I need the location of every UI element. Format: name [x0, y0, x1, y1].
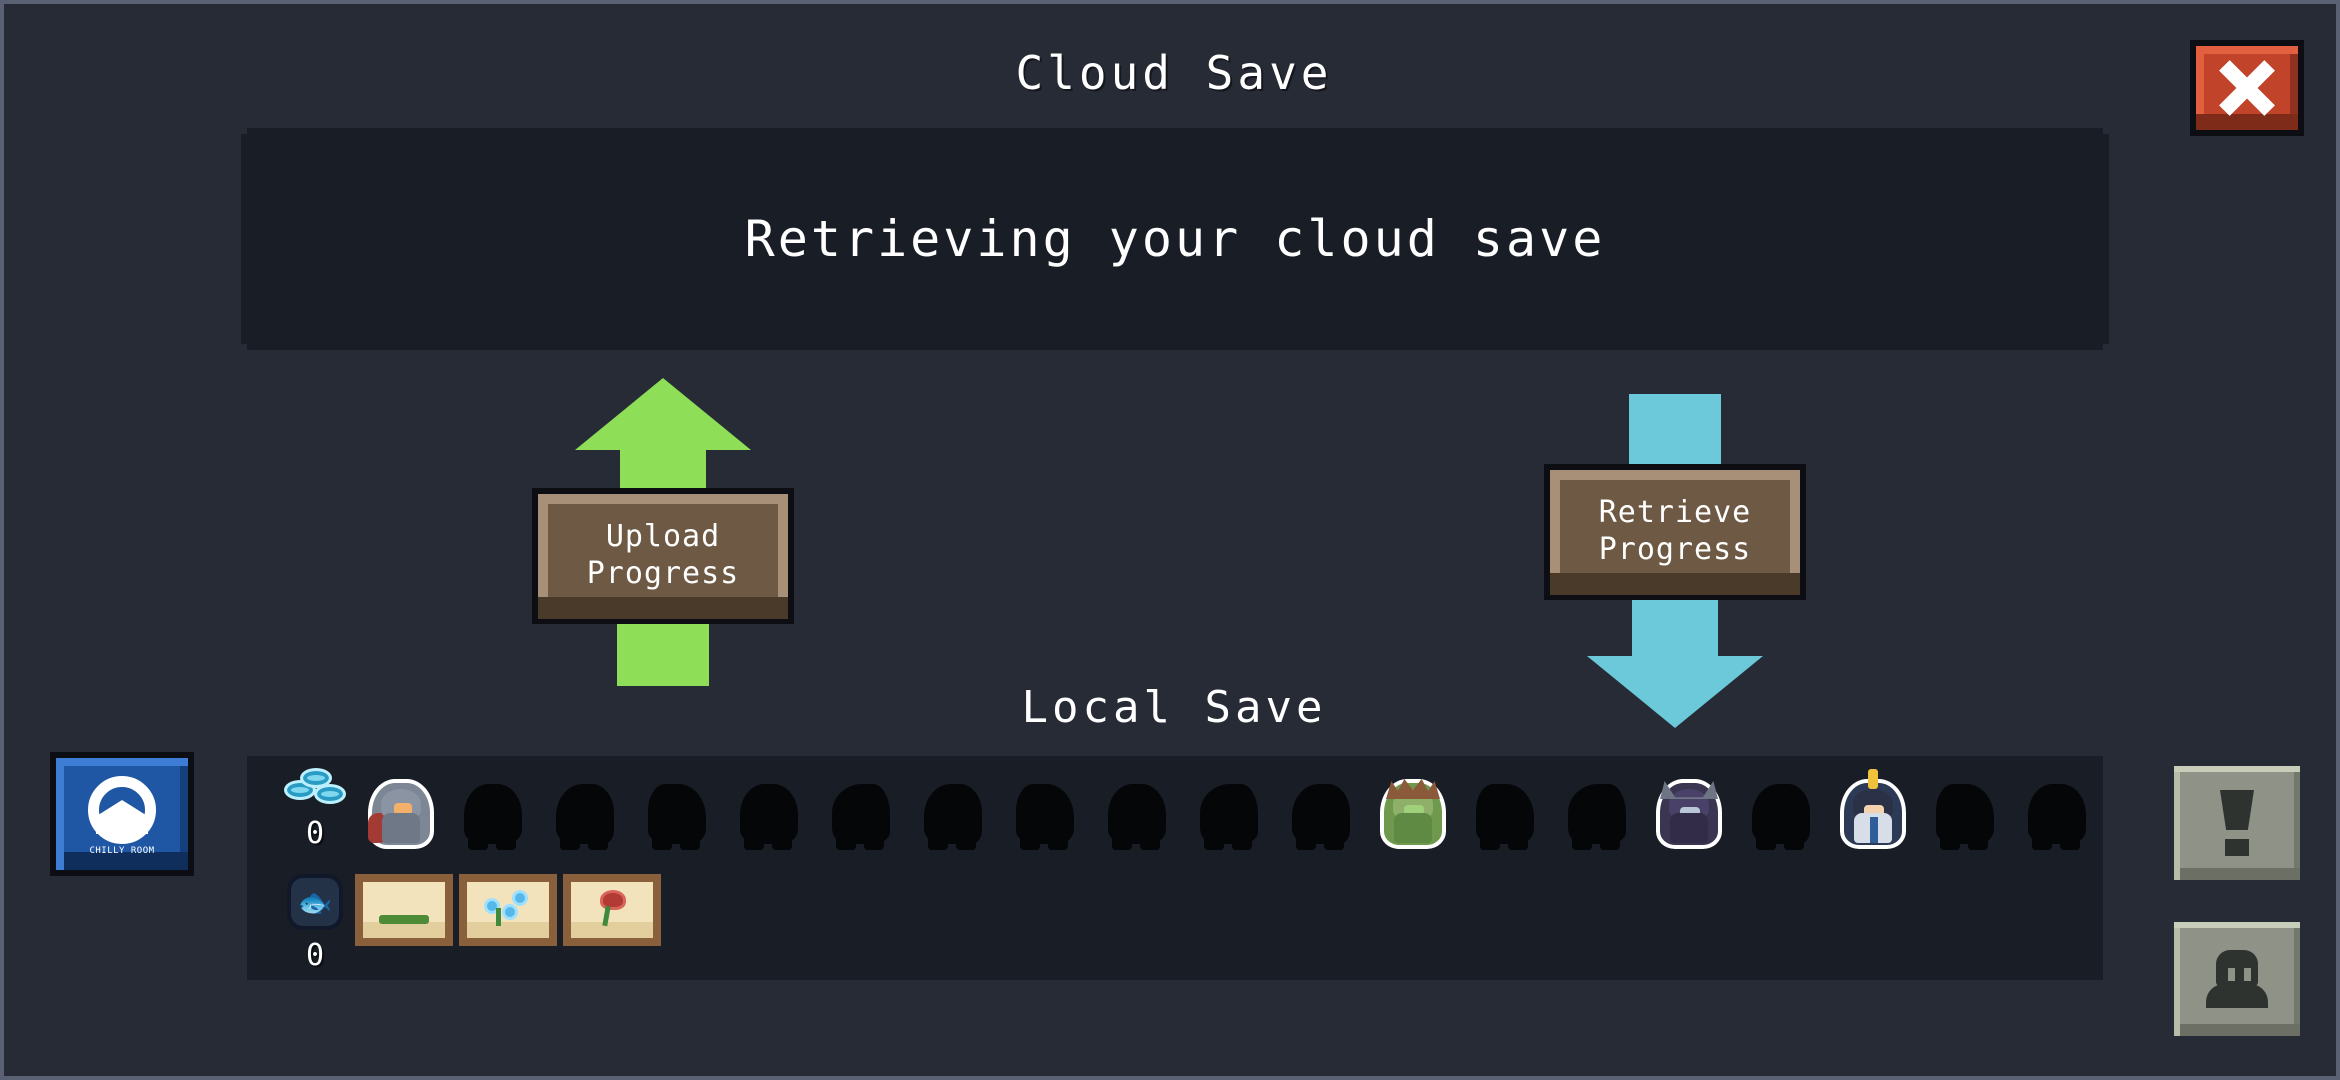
character-locked[interactable] [1919, 768, 2011, 860]
character-locked[interactable] [1459, 768, 1551, 860]
garden-card-seed[interactable] [355, 874, 453, 946]
arrow-up-icon [575, 378, 751, 450]
page-title: Cloud Save [1015, 46, 1333, 100]
arrow-up-tail-lower [617, 614, 709, 686]
character-locked[interactable] [723, 768, 815, 860]
items-row: 🐟 0 [275, 874, 667, 973]
local-save-label: Local Save [1021, 682, 1327, 733]
status-message-panel: Retrieving your cloud save [241, 128, 2109, 350]
character-locked[interactable] [1183, 768, 1275, 860]
arrow-down-tail [1632, 594, 1718, 656]
fish-count: 0 [305, 938, 325, 973]
local-save-bar: 0 🐟 0 [247, 756, 2103, 980]
upload-progress-button[interactable]: Upload Progress [532, 488, 794, 624]
status-message-text: Retrieving your cloud save [744, 210, 1606, 268]
fish-can-icon: 🐟 [287, 874, 343, 930]
character-druid[interactable] [1367, 768, 1459, 860]
fish-currency-cell: 🐟 0 [275, 874, 355, 973]
character-locked[interactable] [539, 768, 631, 860]
character-locked[interactable] [1551, 768, 1643, 860]
upload-progress-group: Upload Progress [532, 378, 794, 686]
upload-button-label-line1: Upload [605, 519, 721, 555]
character-locked[interactable] [447, 768, 539, 860]
retrieve-progress-group: Retrieve Progress [1544, 394, 1806, 728]
arrow-down-tail-upper [1629, 394, 1721, 474]
coin-count: 0 [305, 816, 325, 851]
chilly-room-logo-button[interactable]: CHILLY ROOM [50, 752, 194, 876]
garden-card-red-flower[interactable] [563, 874, 661, 946]
coin-currency-cell: 0 [275, 768, 355, 851]
coin-stack-icon [284, 768, 346, 808]
character-locked[interactable] [1091, 768, 1183, 860]
character-priest[interactable] [1827, 768, 1919, 860]
notice-button[interactable] [2174, 766, 2300, 880]
cloud-save-dialog: Cloud Save Retrieving your cloud save Up… [0, 0, 2340, 1080]
close-button[interactable] [2190, 40, 2304, 136]
chilly-room-logo-icon: CHILLY ROOM [82, 774, 162, 856]
character-locked[interactable] [631, 768, 723, 860]
character-locked[interactable] [1275, 768, 1367, 860]
character-locked[interactable] [907, 768, 999, 860]
profile-button[interactable] [2174, 922, 2300, 1036]
character-locked[interactable] [1735, 768, 1827, 860]
retrieve-button-label-line2: Progress [1598, 532, 1752, 567]
character-knight[interactable] [355, 768, 447, 860]
person-icon [2206, 950, 2268, 1008]
retrieve-button-label-line1: Retrieve [1598, 495, 1752, 531]
character-locked[interactable] [999, 768, 1091, 860]
character-locked[interactable] [815, 768, 907, 860]
close-icon [2220, 61, 2274, 115]
upload-button-label-line2: Progress [586, 556, 740, 591]
exclamation-icon [2220, 790, 2254, 856]
character-row: 0 [275, 768, 2103, 860]
character-locked[interactable] [2011, 768, 2103, 860]
garden-card-blue-flower[interactable] [459, 874, 557, 946]
retrieve-progress-button[interactable]: Retrieve Progress [1544, 464, 1806, 600]
logo-text: CHILLY ROOM [89, 846, 155, 856]
character-witch[interactable] [1643, 768, 1735, 860]
